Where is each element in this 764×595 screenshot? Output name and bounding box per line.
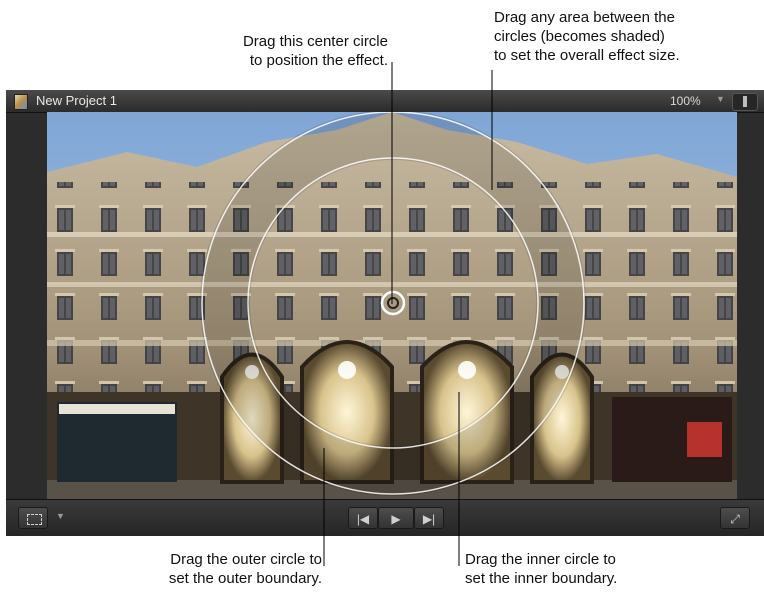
callout-leader-lines <box>323 62 493 566</box>
